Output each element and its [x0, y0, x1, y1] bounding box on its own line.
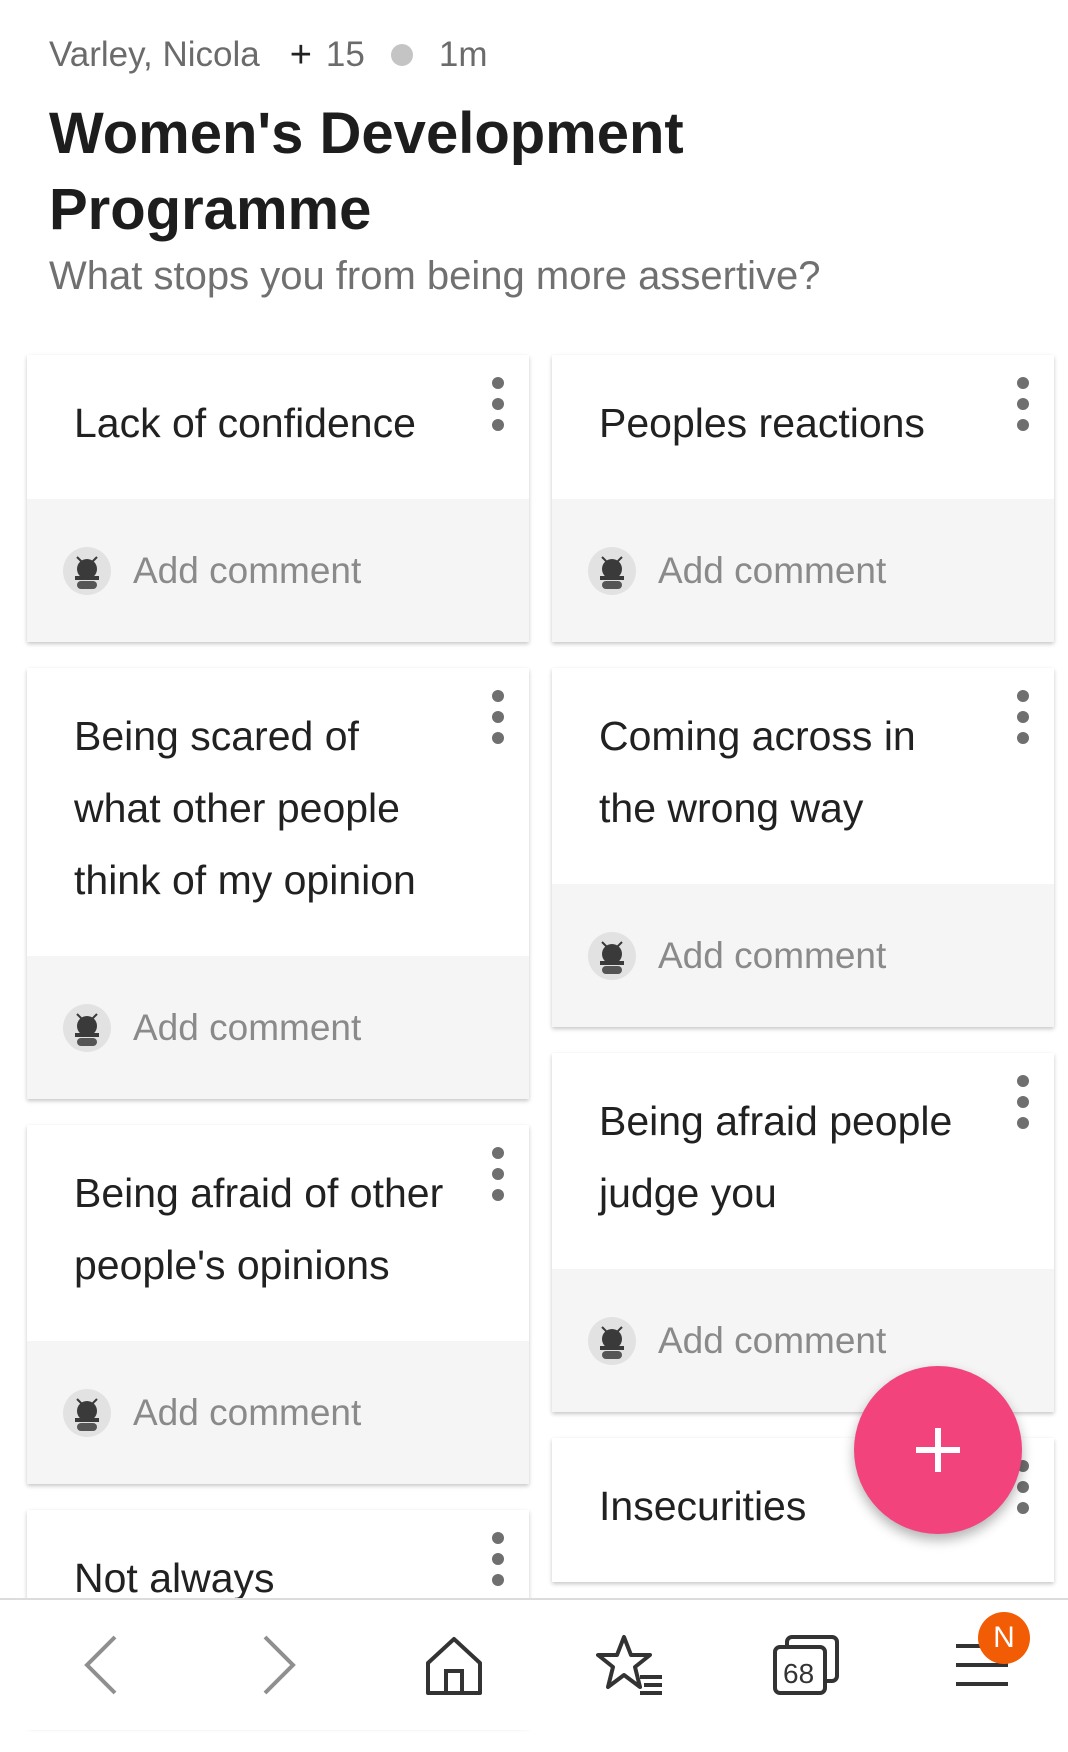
avatar [588, 1316, 636, 1365]
plus-icon: + [289, 33, 312, 76]
more-options-icon[interactable] [1012, 377, 1034, 431]
left-column: Lack of confidence Add comment Being sca… [27, 355, 529, 1752]
more-options-icon[interactable] [487, 377, 509, 431]
post-text: Coming across in the wrong way [599, 713, 916, 831]
board-header: Varley, Nicola + 15 1m Women's Developme… [49, 30, 1028, 299]
add-comment-input[interactable]: Add comment [658, 935, 886, 977]
avatar [588, 931, 636, 980]
back-icon [84, 1635, 117, 1695]
more-options-icon[interactable] [487, 690, 509, 744]
avatar [63, 1003, 111, 1052]
comment-bar[interactable]: Add comment [552, 884, 1054, 1027]
plus-icon [916, 1428, 960, 1472]
post-text: Being afraid of other people's opinions [74, 1170, 444, 1288]
page-subtitle: What stops you from being more assertive… [49, 254, 821, 298]
avatar [63, 546, 111, 595]
status-dot-icon [390, 44, 413, 66]
avatar [588, 546, 636, 595]
add-comment-input[interactable]: Add comment [658, 550, 886, 592]
post-text: Being afraid people judge you [599, 1098, 953, 1216]
post-card[interactable]: Being afraid people judge you Add commen… [552, 1053, 1054, 1412]
more-options-icon[interactable] [1012, 1075, 1034, 1129]
board-meta: Varley, Nicola + 15 1m [49, 30, 1028, 80]
comment-bar[interactable]: Add comment [27, 1341, 529, 1484]
comment-bar[interactable]: Add comment [27, 499, 529, 642]
tabs-count: 68 [783, 1658, 815, 1689]
comment-bar[interactable]: Add comment [552, 499, 1054, 642]
post-text: Being scared of what other people think … [74, 713, 416, 903]
add-comment-input[interactable]: Add comment [133, 1007, 361, 1049]
post-card[interactable]: Peoples reactions Add comment [552, 355, 1054, 642]
add-post-button[interactable] [854, 1366, 1022, 1534]
back-button[interactable] [42, 1600, 162, 1730]
post-card[interactable]: Lack of confidence Add comment [27, 355, 529, 642]
browser-bottom-bar: 68 [0, 1598, 1068, 1730]
tabs-button[interactable]: 68 [746, 1600, 866, 1730]
comment-bar[interactable]: Add comment [27, 956, 529, 1099]
more-options-icon[interactable] [1012, 690, 1034, 744]
post-card[interactable]: Being scared of what other people think … [27, 668, 529, 1099]
post-text: Peoples reactions [599, 400, 925, 446]
post-text: Lack of confidence [74, 400, 416, 446]
add-comment-input[interactable]: Add comment [658, 1320, 886, 1362]
post-card[interactable]: Coming across in the wrong way Add comme… [552, 668, 1054, 1027]
avatar [63, 1388, 111, 1437]
more-options-icon[interactable] [487, 1147, 509, 1201]
participant-count[interactable]: 15 [326, 35, 365, 75]
more-options-icon[interactable] [487, 1532, 509, 1586]
post-card[interactable]: Being afraid of other people's opinions … [27, 1125, 529, 1484]
timestamp: 1m [438, 35, 488, 74]
menu-button[interactable] [922, 1600, 1042, 1730]
author-name[interactable]: Varley, Nicola [49, 35, 260, 75]
home-icon [426, 1637, 482, 1695]
notification-badge: N [978, 1612, 1030, 1664]
home-button[interactable] [394, 1600, 514, 1730]
favorites-icon [596, 1635, 662, 1695]
favorites-button[interactable] [570, 1600, 690, 1730]
forward-button[interactable] [218, 1600, 338, 1730]
add-comment-input[interactable]: Add comment [133, 550, 361, 592]
page-title: Women's Development Programme [49, 101, 684, 242]
add-comment-input[interactable]: Add comment [133, 1392, 361, 1434]
forward-icon [263, 1635, 296, 1695]
